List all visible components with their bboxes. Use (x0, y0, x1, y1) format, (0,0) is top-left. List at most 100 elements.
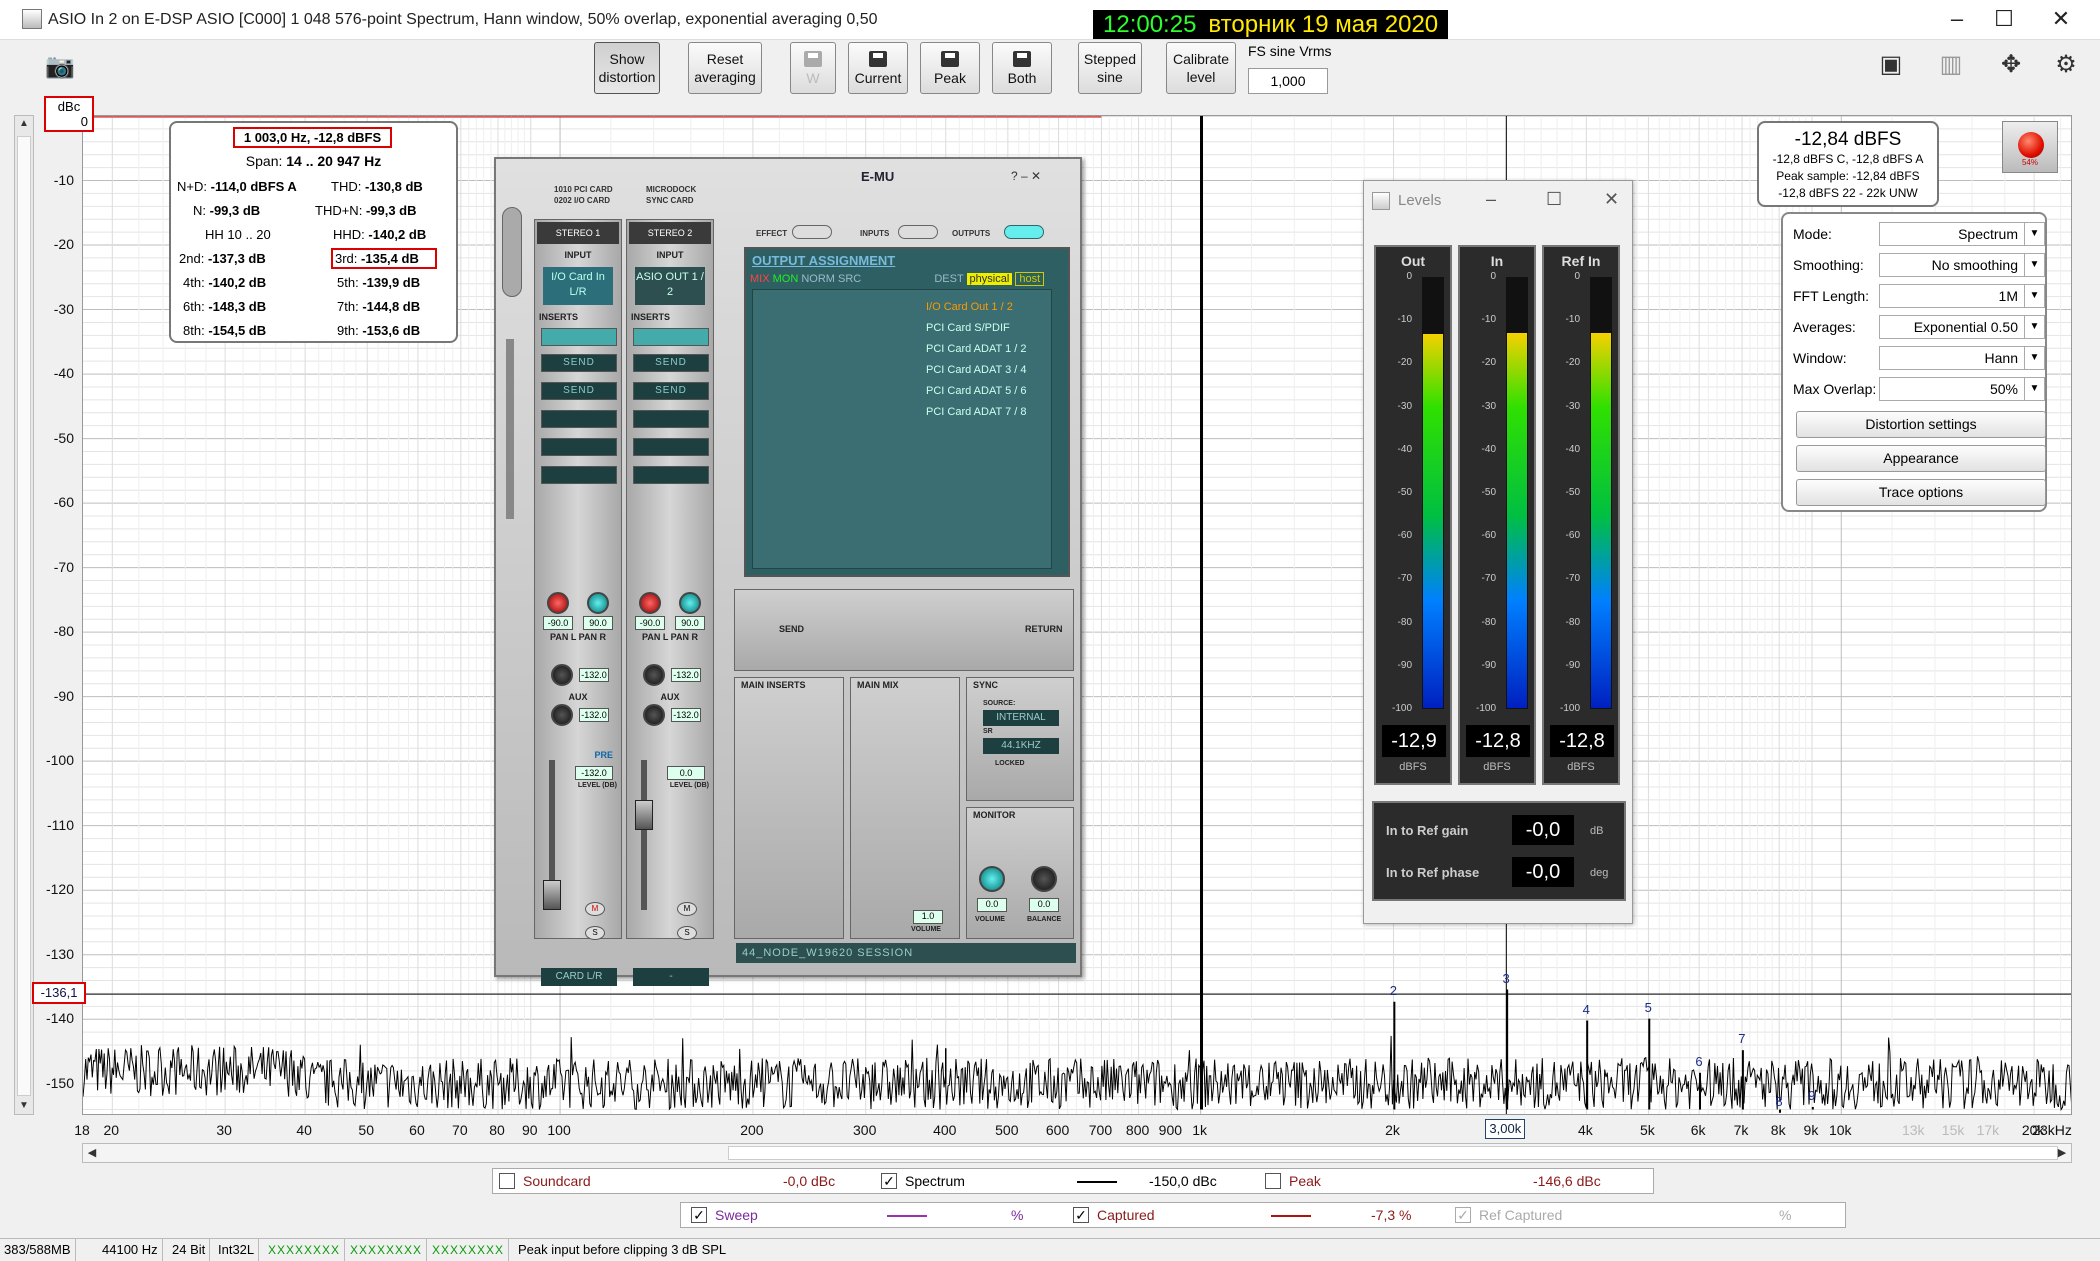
strip1-send-1[interactable]: SEND (541, 354, 617, 372)
pan-labels: PAN L PAN R (535, 632, 621, 642)
strip2-send-1[interactable]: SEND (633, 354, 709, 372)
distortion-settings-button[interactable]: Distortion settings (1796, 411, 2046, 438)
gear-icon[interactable]: ⚙ (2046, 50, 2086, 80)
balance-knob[interactable] (1031, 866, 1057, 892)
strip2-send-2[interactable]: SEND (633, 382, 709, 400)
sample-rate[interactable]: 44.1KHZ (983, 738, 1059, 754)
overlap-select[interactable]: 50% ▼ (1879, 377, 2045, 401)
calibrate-level-button[interactable]: Calibrate level (1166, 42, 1236, 94)
emu-window-controls[interactable]: ? – ✕ (1011, 169, 1041, 183)
physical-tab[interactable]: physical (966, 273, 1013, 285)
aux1-knob[interactable] (551, 664, 573, 686)
strip1-input-select[interactable]: I/O Card In L/R (543, 267, 613, 305)
reset-averaging-button[interactable]: Reset averaging (688, 42, 762, 94)
mon-tab[interactable]: MON (773, 273, 799, 285)
camera-icon[interactable]: 📷 (42, 52, 78, 82)
sync-source[interactable]: INTERNAL (983, 710, 1059, 726)
legend-row-2: ✓ Sweep % ✓ Captured -7,3 % ✓ Ref Captur… (680, 1202, 1846, 1228)
effect-toggle[interactable] (792, 225, 832, 239)
strip2-insert-slot[interactable] (633, 466, 709, 484)
pan-r-knob[interactable] (679, 592, 701, 614)
smoothing-select[interactable]: No smoothing ▼ (1879, 253, 2045, 277)
meter-tick-label: -90 (1481, 659, 1496, 671)
strip1-send-2[interactable]: SEND (541, 382, 617, 400)
outputs-toggle[interactable] (1004, 225, 1044, 239)
meter-tick-label: -70 (1481, 573, 1496, 585)
maximize-icon[interactable]: ☐ (1991, 8, 2017, 30)
fft-length-select[interactable]: 1M ▼ (1879, 284, 2045, 308)
appearance-button[interactable]: Appearance (1796, 445, 2046, 472)
spectrum-checkbox[interactable]: ✓ (881, 1173, 897, 1189)
aux2-knob[interactable] (551, 704, 573, 726)
both-button[interactable]: Both (992, 42, 1052, 94)
monitor-volume-knob[interactable] (979, 866, 1005, 892)
aux2-knob[interactable] (643, 704, 665, 726)
record-button[interactable]: 54% (2002, 121, 2058, 173)
scroll-up-icon[interactable]: ▲ (15, 116, 33, 132)
norm-tab[interactable]: NORM (801, 273, 835, 285)
layout-icon[interactable]: ▣ (1868, 50, 1914, 80)
output-row-2[interactable]: PCI Card S/PDIF (926, 322, 1010, 334)
vertical-scrollbar[interactable]: ▲ ▼ (14, 115, 34, 1115)
sweep-checkbox[interactable]: ✓ (691, 1207, 707, 1223)
mute-button[interactable]: M (677, 902, 697, 916)
soundcard-checkbox[interactable] (499, 1173, 515, 1189)
strip1-output[interactable]: CARD L/R (541, 968, 617, 986)
strip2-insert-slot[interactable] (633, 438, 709, 456)
close-icon[interactable]: ✕ (2048, 8, 2074, 30)
minimize-icon[interactable]: – (1944, 8, 1970, 30)
patchmix-window: E-MU 1010 PCI CARD 0202 I/O CARD MICRODO… (494, 157, 1082, 986)
strip1-insert-slot[interactable] (541, 466, 617, 484)
peak-button[interactable]: Peak (920, 42, 980, 94)
pan-r-knob[interactable] (587, 592, 609, 614)
solo-button[interactable]: S (585, 926, 605, 940)
side-tab[interactable] (502, 207, 522, 297)
expand-icon[interactable]: ✥ (1988, 50, 2034, 80)
scroll-left-icon[interactable]: ◀ (83, 1144, 101, 1162)
scroll-right-icon[interactable]: ▶ (2053, 1144, 2071, 1162)
levels-maximize-icon[interactable]: ☐ (1546, 189, 1562, 210)
strip2-fader[interactable] (635, 800, 653, 830)
trace-options-button[interactable]: Trace options (1796, 479, 2046, 506)
solo-button[interactable]: S (677, 926, 697, 940)
strip1-insert-slot[interactable] (541, 438, 617, 456)
mix-tab[interactable]: MIX (750, 273, 770, 285)
src-tab[interactable]: SRC (838, 273, 861, 285)
peak-checkbox[interactable] (1265, 1173, 1281, 1189)
aux1-knob[interactable] (643, 664, 665, 686)
strip2-input-select[interactable]: ASIO OUT 1 / 2 (635, 267, 705, 305)
levels-minimize-icon[interactable]: – (1486, 189, 1496, 210)
window-select[interactable]: Hann ▼ (1879, 346, 2045, 370)
inputs-toggle[interactable] (898, 225, 938, 239)
hscroll-thumb[interactable] (728, 1146, 2058, 1160)
pan-labels: PAN L PAN R (627, 632, 713, 642)
output-row-6[interactable]: PCI Card ADAT 7 / 8 (926, 406, 1026, 418)
output-row-1[interactable]: I/O Card Out 1 / 2 (926, 301, 1013, 313)
output-row-5[interactable]: PCI Card ADAT 5 / 6 (926, 385, 1026, 397)
host-tab[interactable]: host (1015, 272, 1045, 286)
strip2-output[interactable]: - (633, 968, 709, 986)
mute-button[interactable]: M (585, 902, 605, 916)
pan-l-knob[interactable] (639, 592, 661, 614)
stepped-sine-button[interactable]: Stepped sine (1078, 42, 1142, 94)
strip2-insert-slot[interactable] (633, 410, 709, 428)
w-button[interactable]: W (790, 42, 836, 94)
strip1-insert-slot[interactable] (541, 410, 617, 428)
ref-captured-checkbox[interactable]: ✓ (1455, 1207, 1471, 1223)
fs-sine-input[interactable]: 1,000 (1248, 68, 1328, 94)
captured-checkbox[interactable]: ✓ (1073, 1207, 1089, 1223)
output-row-3[interactable]: PCI Card ADAT 1 / 2 (926, 343, 1026, 355)
output-row-4[interactable]: PCI Card ADAT 3 / 4 (926, 364, 1026, 376)
mode-select[interactable]: Spectrum ▼ (1879, 222, 2045, 246)
columns-icon[interactable]: ▥ (1928, 50, 1974, 80)
scroll-down-icon[interactable]: ▼ (15, 1098, 33, 1114)
levels-close-icon[interactable]: ✕ (1604, 189, 1619, 210)
averages-select[interactable]: Exponential 0.50 ▼ (1879, 315, 2045, 339)
emu-scrollbar[interactable] (506, 339, 514, 519)
current-button[interactable]: Current (848, 42, 908, 94)
strip1-fader[interactable] (543, 880, 561, 910)
h9-value: -153,6 dB (362, 323, 421, 338)
horizontal-scrollbar[interactable]: ◀ ▶ (82, 1143, 2072, 1163)
pan-l-knob[interactable] (547, 592, 569, 614)
show-distortion-button[interactable]: Show distortion (594, 42, 660, 94)
